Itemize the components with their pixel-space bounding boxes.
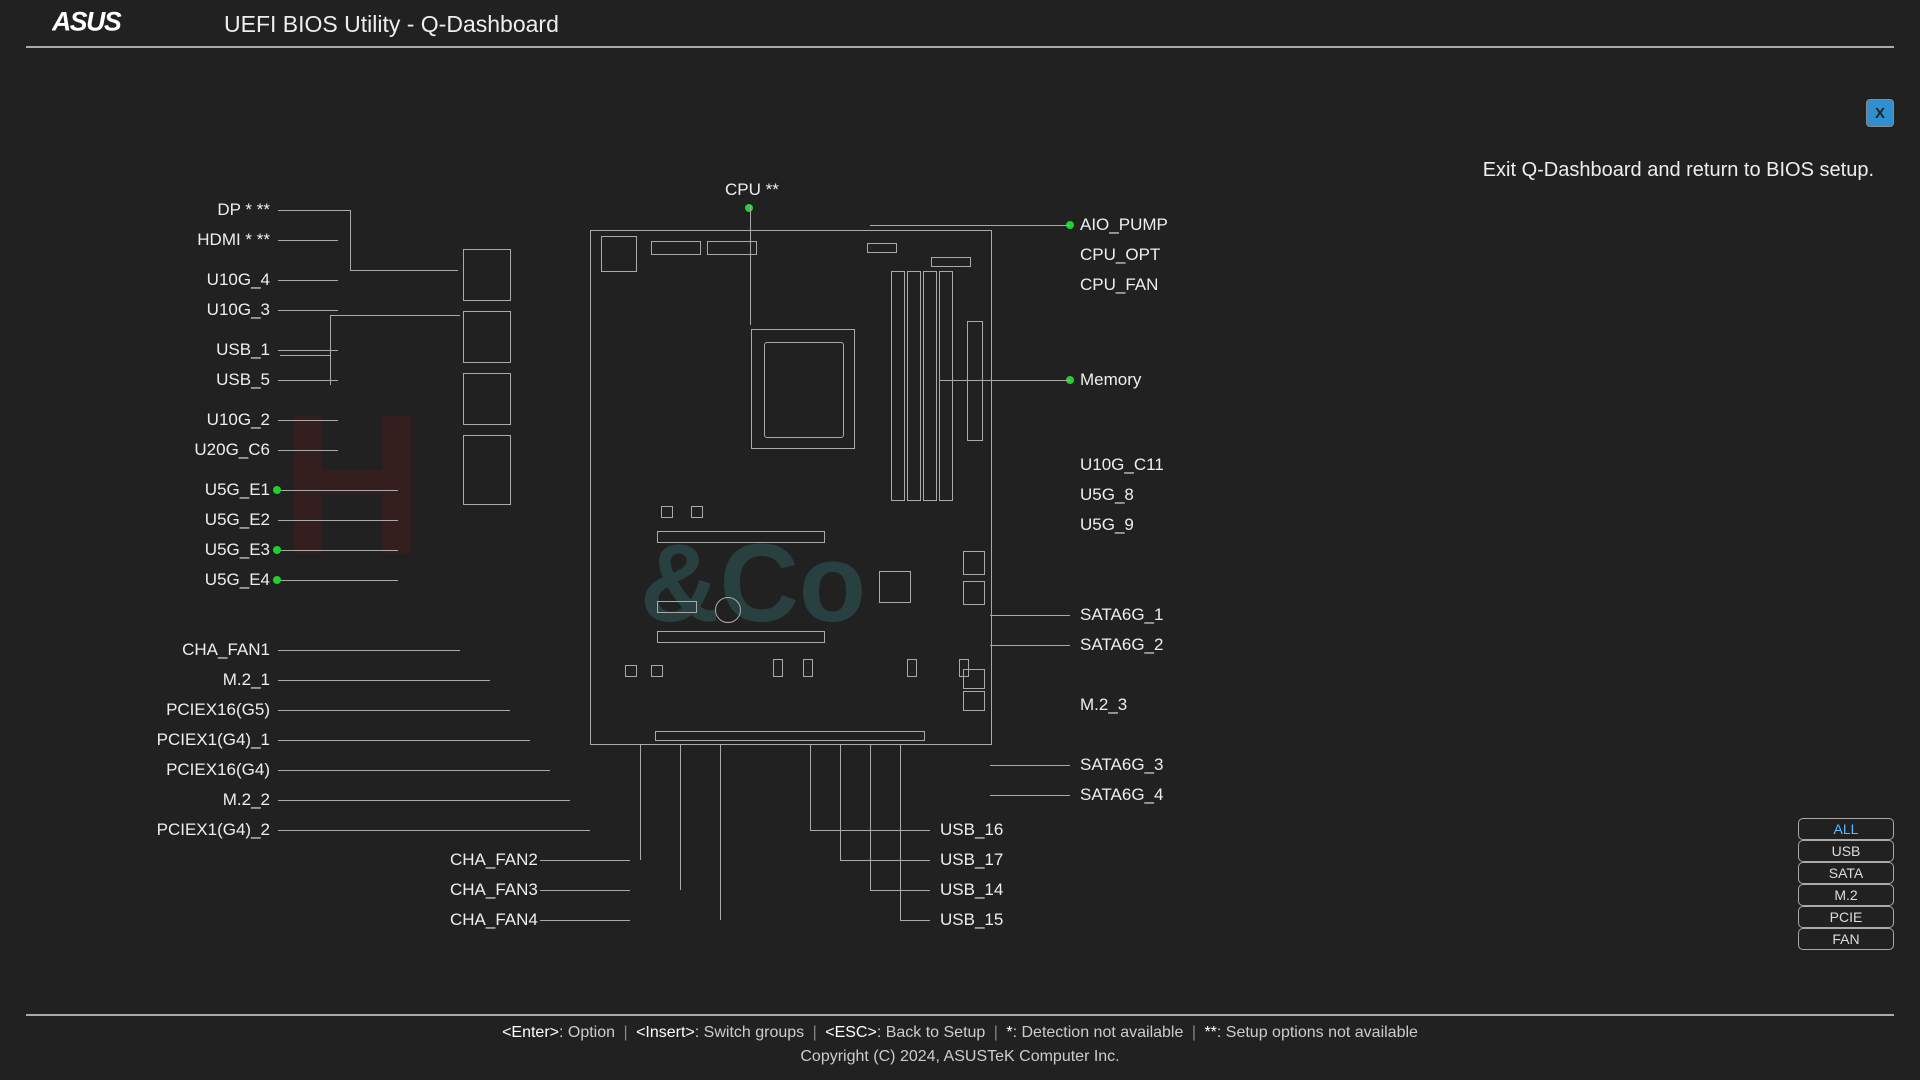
- port-label[interactable]: PCIEX16(G5): [166, 700, 270, 720]
- status-dot: [273, 546, 281, 554]
- port-label[interactable]: U10G_4: [207, 270, 270, 290]
- status-dot: [273, 486, 281, 494]
- cpu-socket: [751, 329, 855, 449]
- port-label[interactable]: SATA6G_4: [1080, 785, 1163, 805]
- port-label[interactable]: PCIEX16(G4): [166, 760, 270, 780]
- port-label[interactable]: U5G_E1: [205, 480, 270, 500]
- port-label[interactable]: USB_17: [940, 850, 1003, 870]
- port-label[interactable]: U5G_9: [1080, 515, 1134, 535]
- port-label[interactable]: PCIEX1(G4)_1: [157, 730, 270, 750]
- filter-sata[interactable]: SATA: [1798, 862, 1894, 884]
- asus-logo: ASUS: [52, 8, 192, 40]
- filter-panel: ALLUSBSATAM.2PCIEFAN: [1798, 818, 1894, 950]
- port-label[interactable]: CHA_FAN2: [450, 850, 538, 870]
- page-title: UEFI BIOS Utility - Q-Dashboard: [224, 11, 559, 38]
- port-label[interactable]: USB_16: [940, 820, 1003, 840]
- port-label[interactable]: CPU **: [725, 180, 779, 200]
- port-label[interactable]: M.2_1: [223, 670, 270, 690]
- motherboard-outline: [590, 230, 992, 745]
- pcie-slot: [657, 631, 825, 643]
- ram-slot: [923, 271, 937, 501]
- port-label[interactable]: U5G_E2: [205, 510, 270, 530]
- port-label[interactable]: USB_14: [940, 880, 1003, 900]
- port-label[interactable]: CPU_OPT: [1080, 245, 1160, 265]
- port-label[interactable]: HDMI * **: [197, 230, 270, 250]
- status-dot: [745, 204, 753, 212]
- footer-keys: <Enter>: Option | <Insert>: Switch group…: [26, 1024, 1894, 1042]
- port-label[interactable]: DP * **: [217, 200, 270, 220]
- port-label[interactable]: SATA6G_2: [1080, 635, 1163, 655]
- port-label[interactable]: USB_5: [216, 370, 270, 390]
- copyright: Copyright (C) 2024, ASUSTeK Computer Inc…: [26, 1048, 1894, 1066]
- port-label[interactable]: U10G_C11: [1080, 455, 1164, 475]
- port-label[interactable]: U20G_C6: [194, 440, 270, 460]
- port-label[interactable]: CHA_FAN1: [182, 640, 270, 660]
- ram-slot: [891, 271, 905, 501]
- pcie-slot: [657, 531, 825, 543]
- port-label[interactable]: PCIEX1(G4)_2: [157, 820, 270, 840]
- port-label[interactable]: M.2_2: [223, 790, 270, 810]
- port-label[interactable]: CHA_FAN3: [450, 880, 538, 900]
- port-label[interactable]: U10G_3: [207, 300, 270, 320]
- svg-text:ASUS: ASUS: [52, 8, 122, 36]
- cmos-battery: [715, 597, 741, 623]
- port-label[interactable]: CPU_FAN: [1080, 275, 1158, 295]
- footer: <Enter>: Option | <Insert>: Switch group…: [26, 1014, 1894, 1080]
- filter-fan[interactable]: FAN: [1798, 928, 1894, 950]
- status-dot: [273, 576, 281, 584]
- port-label[interactable]: AIO_PUMP: [1080, 215, 1168, 235]
- filter-all[interactable]: ALL: [1798, 818, 1894, 840]
- filter-usb[interactable]: USB: [1798, 840, 1894, 862]
- port-label[interactable]: U5G_E4: [205, 570, 270, 590]
- port-label[interactable]: SATA6G_3: [1080, 755, 1163, 775]
- port-label[interactable]: CHA_FAN4: [450, 910, 538, 930]
- port-label[interactable]: U10G_2: [207, 410, 270, 430]
- ram-slot: [939, 271, 953, 501]
- motherboard-diagram: DP * ** HDMI * ** U10G_4 U10G_3 USB_1 USB_5 U1…: [50, 170, 1350, 960]
- atx-24pin: [967, 321, 983, 441]
- port-label[interactable]: USB_1: [216, 340, 270, 360]
- port-label[interactable]: USB_15: [940, 910, 1003, 930]
- header: ASUS UEFI BIOS Utility - Q-Dashboard: [26, 0, 1894, 48]
- close-button[interactable]: X: [1866, 99, 1894, 127]
- pcie-slot: [657, 601, 697, 613]
- port-label[interactable]: U5G_8: [1080, 485, 1134, 505]
- ram-slot: [907, 271, 921, 501]
- filter-pcie[interactable]: PCIE: [1798, 906, 1894, 928]
- help-text: Exit Q-Dashboard and return to BIOS setu…: [1483, 159, 1874, 182]
- front-panel-headers: [655, 731, 925, 741]
- port-label[interactable]: U5G_E3: [205, 540, 270, 560]
- port-label[interactable]: Memory: [1080, 370, 1141, 390]
- port-label[interactable]: SATA6G_1: [1080, 605, 1163, 625]
- port-label[interactable]: M.2_3: [1080, 695, 1127, 715]
- filter-m.2[interactable]: M.2: [1798, 884, 1894, 906]
